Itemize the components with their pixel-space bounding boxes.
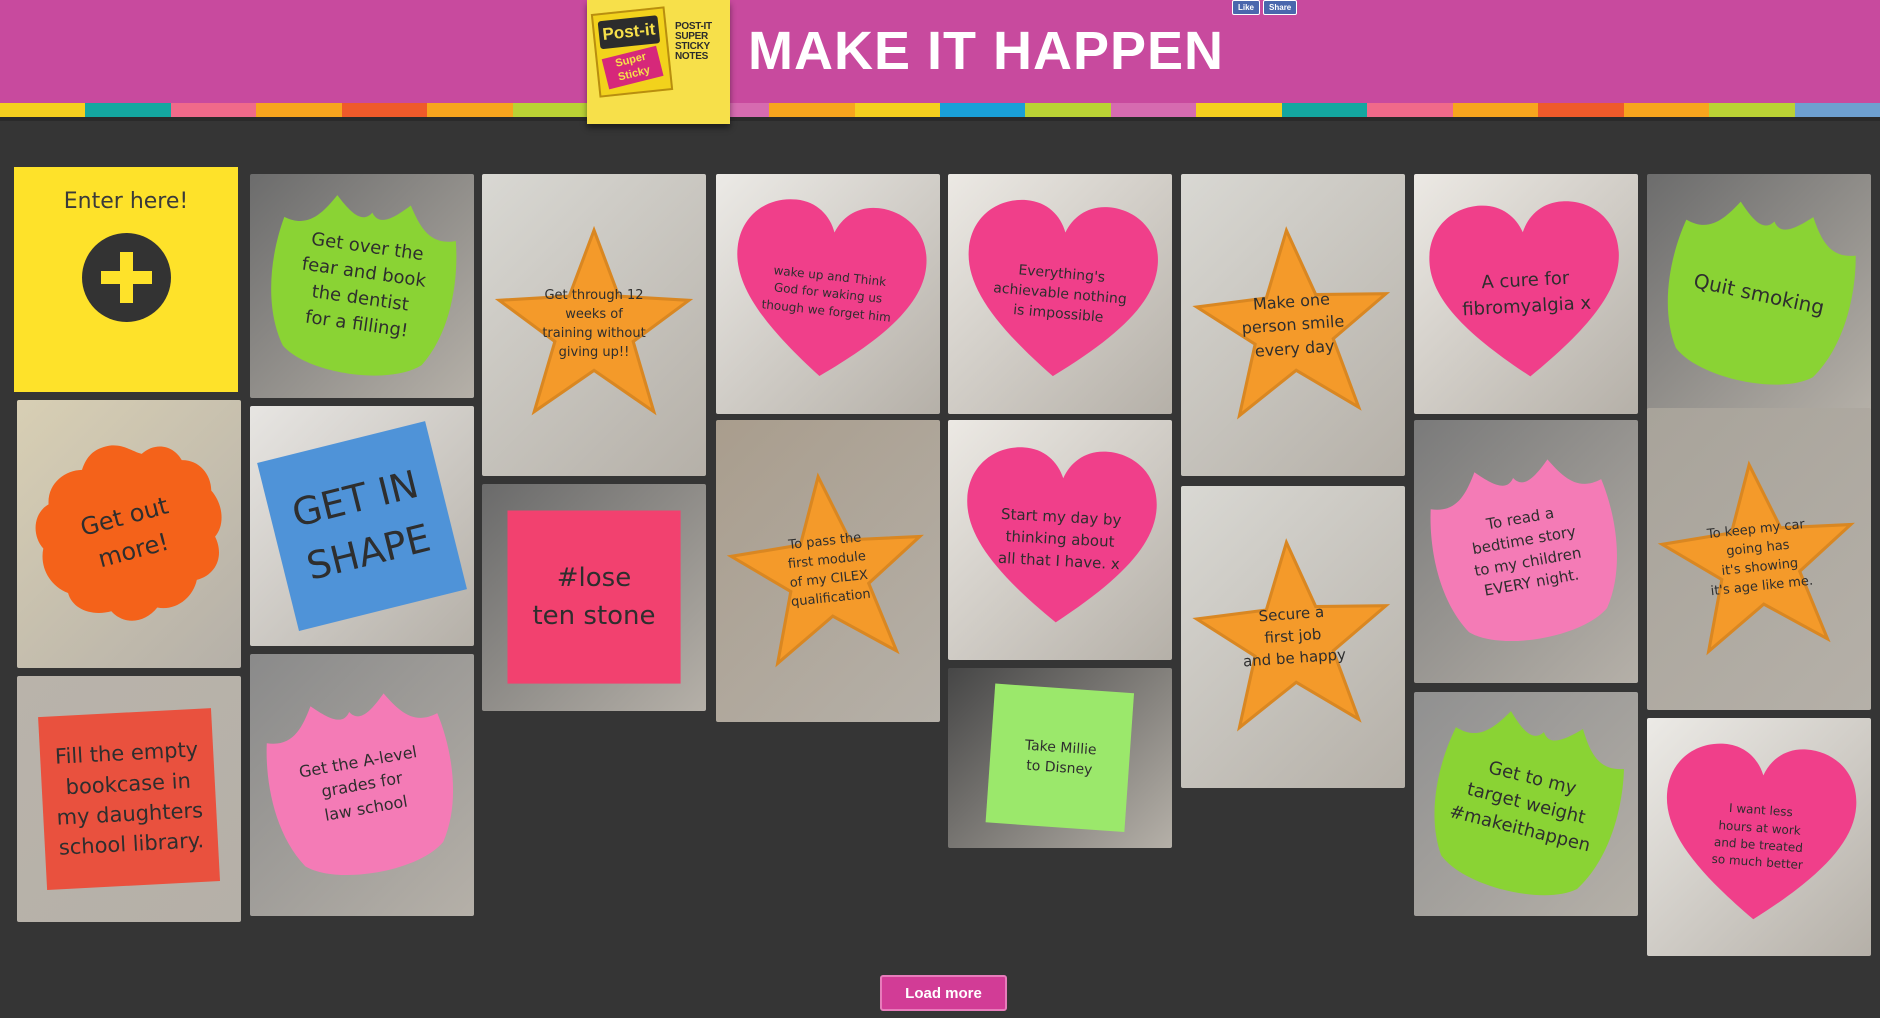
color-stripe-bar [0,103,1880,117]
note-card[interactable]: A cure for fibromyalgia x [1414,174,1638,414]
page-title: MAKE IT HAPPEN [748,21,1225,81]
note-text: Get through 12 weeks of training without… [542,288,646,360]
post-it-badge: Post-it Super Sticky [590,6,674,98]
note-text: Fill the empty bookcase in my daughters … [54,737,205,861]
note-card[interactable]: Secure a first job and be happy [1181,486,1405,788]
note-card[interactable]: To keep my car going has it's showing it… [1647,408,1871,710]
note-text: A cure for fibromyalgia x [1461,267,1592,321]
logo-sub: Super Sticky [601,45,664,90]
note-card[interactable]: I want less hours at work and be treated… [1647,718,1871,956]
note-card[interactable]: Get over the fear and book the dentist f… [250,174,474,398]
note-card[interactable]: #lose ten stone [482,484,706,711]
note-card[interactable]: wake up and Think God for waking us thou… [716,174,940,414]
plus-icon-graphic [99,250,154,305]
note-card[interactable]: Take Millie to Disney [948,668,1172,848]
note-card[interactable]: Everything's achievable nothing is impos… [948,174,1172,414]
note-text: Start my day by thinking about all that … [997,505,1122,574]
logo-tagline: POST-IT SUPER STICKY NOTES [675,21,712,62]
note-text: Get over the fear and book the dentist f… [300,228,428,342]
note-text: wake up and Think God for waking us thou… [761,263,892,325]
note-text: Everything's achievable nothing is impos… [992,261,1128,326]
facebook-like-button[interactable]: Like [1232,0,1261,15]
note-card[interactable]: To read a bedtime story to my children E… [1414,420,1638,683]
note-card[interactable]: Quit smoking [1647,174,1871,414]
logo-text: Post-it [597,15,661,50]
note-card[interactable]: Start my day by thinking about all that … [948,420,1172,660]
note-card[interactable]: To pass the first module of my CILEX qua… [716,420,940,722]
note-text: #lose ten stone [532,562,656,631]
note-card[interactable]: Fill the empty bookcase in my daughters … [17,676,241,922]
header-shadow [0,117,1880,121]
note-text: Make one person smile every day [1241,289,1345,361]
plus-icon[interactable] [82,233,171,322]
load-more-button[interactable]: Load more [880,975,1007,1011]
note-card[interactable]: Get out more! [17,400,241,668]
post-it-logo[interactable]: Post-it Super Sticky POST-IT SUPER STICK… [587,0,730,124]
note-text: Secure a first job and be happy [1242,603,1347,671]
note-card[interactable]: Get the A-level grades for law school [250,654,474,916]
note-card[interactable]: GET IN SHAPE [250,406,474,646]
enter-here-label: Enter here! [63,189,189,214]
facebook-share-button[interactable]: Share [1263,0,1298,15]
social-buttons: Like Share [1232,0,1298,15]
note-card[interactable]: Get through 12 weeks of training without… [482,174,706,476]
note-card[interactable]: Get to my target weight #makeithappen [1414,692,1638,916]
enter-here-card[interactable]: Enter here! [14,167,238,392]
note-card[interactable]: Make one person smile every day [1181,174,1405,476]
note-text: Take Millie to Disney [1024,737,1098,779]
note-text: I want less hours at work and be treated… [1711,801,1804,873]
